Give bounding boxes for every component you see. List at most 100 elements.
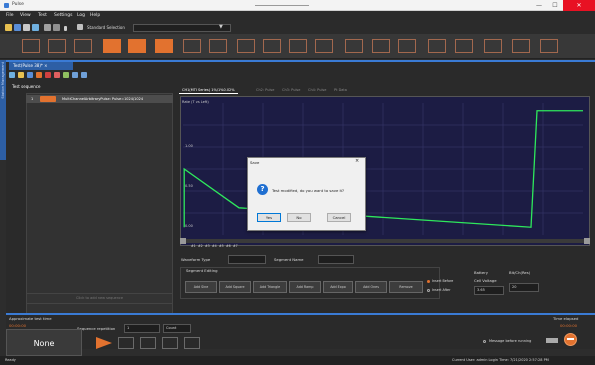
x-tick-label: #1 bbox=[191, 244, 196, 248]
add-sequence-icon[interactable] bbox=[9, 72, 15, 78]
insert-after-label: Insert After bbox=[432, 288, 451, 292]
add-square-button[interactable]: Add Square bbox=[219, 281, 251, 293]
message-before-running-checkbox[interactable] bbox=[483, 340, 486, 343]
scroll-left-button[interactable] bbox=[180, 238, 186, 244]
chart-plot: 1.00 0.50 0.00 bbox=[183, 103, 583, 235]
move-up-icon[interactable] bbox=[72, 72, 78, 78]
cancel-button[interactable]: Cancel bbox=[327, 213, 351, 222]
open-sequence-icon[interactable] bbox=[18, 72, 24, 78]
copy-sequence-icon[interactable] bbox=[36, 72, 42, 78]
menu-bar: File View Test Settings Log Help bbox=[0, 11, 595, 22]
waveform-tool-7-icon[interactable] bbox=[183, 39, 201, 53]
status-left: Ready bbox=[5, 358, 16, 362]
y-tick-label: 0.00 bbox=[185, 224, 193, 228]
yes-button[interactable]: Yes bbox=[257, 213, 281, 222]
waveform-tool-8-icon[interactable] bbox=[209, 39, 227, 53]
maximize-button[interactable]: ☐ bbox=[547, 0, 563, 11]
save-sequence-icon[interactable] bbox=[27, 72, 33, 78]
tab-ch2[interactable]: Ch2: Pulse bbox=[253, 86, 277, 94]
step-icon[interactable] bbox=[118, 337, 134, 349]
waveform-tool-1-icon[interactable] bbox=[22, 39, 40, 53]
move-down-icon[interactable] bbox=[81, 72, 87, 78]
chart-scrollbar[interactable] bbox=[183, 239, 585, 243]
chevron-down-icon[interactable]: ▼ bbox=[219, 24, 223, 30]
bits-field[interactable]: 20 bbox=[509, 283, 539, 292]
waveform-tool-14-icon[interactable] bbox=[372, 39, 390, 53]
refresh-icon[interactable] bbox=[32, 24, 39, 31]
delete-sequence-icon[interactable] bbox=[45, 72, 51, 78]
waveform-toolbar bbox=[0, 34, 595, 59]
play-icon[interactable] bbox=[96, 337, 112, 349]
menu-view[interactable]: View bbox=[20, 13, 31, 18]
waveform-tool-15-icon[interactable] bbox=[398, 39, 416, 53]
add-triangle-button[interactable]: Add Triangle bbox=[253, 281, 287, 293]
segment-editing-heading: Segment Editing bbox=[186, 268, 218, 273]
approx-test-time-label: Approximate test time bbox=[9, 316, 52, 321]
waveform-tool-11-icon[interactable] bbox=[289, 39, 307, 53]
waveform-tool-9-icon[interactable] bbox=[237, 39, 255, 53]
menu-help[interactable]: Help bbox=[90, 13, 100, 18]
waveform-tool-12-icon[interactable] bbox=[315, 39, 333, 53]
standard-selection-dropdown[interactable] bbox=[133, 24, 231, 32]
none-button[interactable]: None bbox=[6, 329, 82, 356]
clear-icon[interactable] bbox=[54, 72, 60, 78]
document-tab[interactable]: Test(Pulse 38)* × bbox=[9, 62, 73, 70]
tab-ch3[interactable]: Ch3: Pulse bbox=[279, 86, 303, 94]
tab-ch1[interactable]: CH1(MTI Series) 1%/1%0.02% bbox=[179, 86, 238, 94]
sequence-repetition-field[interactable]: 1 bbox=[124, 324, 160, 333]
menu-settings[interactable]: Settings bbox=[54, 13, 72, 18]
menu-log[interactable]: Log bbox=[77, 13, 85, 18]
options-icon[interactable] bbox=[546, 338, 558, 343]
waveform-tool-2-icon[interactable] bbox=[48, 39, 66, 53]
waveform-tool-19-icon[interactable] bbox=[512, 39, 530, 53]
segment-name-field[interactable] bbox=[318, 255, 354, 264]
skip-icon[interactable] bbox=[162, 337, 178, 349]
pause-icon[interactable] bbox=[140, 337, 156, 349]
insert-before-radio[interactable] bbox=[427, 280, 430, 283]
tab-pt-data[interactable]: Pt Data bbox=[331, 86, 350, 94]
insert-after-radio[interactable] bbox=[427, 289, 430, 292]
gear-icon[interactable] bbox=[53, 24, 60, 31]
edit-icon[interactable] bbox=[23, 24, 30, 31]
menu-file[interactable]: File bbox=[6, 13, 14, 18]
close-button[interactable]: ✕ bbox=[563, 0, 595, 11]
y-tick-label: 1.00 bbox=[185, 144, 193, 148]
separator-icon bbox=[64, 26, 67, 31]
download-icon[interactable] bbox=[184, 337, 200, 349]
waveform-tool-10-icon[interactable] bbox=[263, 39, 281, 53]
waveform-tool-20-icon[interactable] bbox=[540, 39, 558, 53]
cell-voltage-field[interactable]: 3.65 bbox=[474, 286, 504, 295]
scroll-right-button[interactable] bbox=[584, 238, 590, 244]
save-icon[interactable] bbox=[14, 24, 21, 31]
no-button[interactable]: No bbox=[287, 213, 311, 222]
add-expo-button[interactable]: Add Expo bbox=[323, 281, 353, 293]
waveform-type-field[interactable] bbox=[228, 255, 266, 264]
waveform-tool-3-icon[interactable] bbox=[74, 39, 92, 53]
open-folder-icon[interactable] bbox=[5, 24, 12, 31]
tab-ch4[interactable]: Ch4: Pulse bbox=[305, 86, 329, 94]
waveform-tool-4-icon[interactable] bbox=[103, 39, 121, 53]
minimize-button[interactable]: — bbox=[531, 0, 547, 11]
add-sine-button[interactable]: Add Sine bbox=[185, 281, 217, 293]
add-ones-button[interactable]: Add Ones bbox=[355, 281, 387, 293]
settings-icon[interactable] bbox=[44, 24, 51, 31]
undo-icon[interactable] bbox=[63, 72, 69, 78]
status-right: Current User: admin Login Time: 7/21/202… bbox=[452, 358, 549, 362]
x-tick-label: #7 bbox=[233, 244, 238, 248]
waveform-tool-6-icon[interactable] bbox=[155, 39, 173, 53]
waveform-tool-17-icon[interactable] bbox=[455, 39, 473, 53]
add-ramp-button[interactable]: Add Ramp bbox=[289, 281, 321, 293]
sequence-toolbar bbox=[9, 71, 129, 80]
waveform-tool-13-icon[interactable] bbox=[345, 39, 363, 53]
repetition-unit-dropdown[interactable]: Count bbox=[163, 324, 191, 333]
waveform-tool-16-icon[interactable] bbox=[428, 39, 446, 53]
add-new-sequence[interactable]: Click to add new sequence bbox=[26, 293, 173, 304]
waveform-tool-18-icon[interactable] bbox=[484, 39, 502, 53]
remove-button[interactable]: Remove bbox=[389, 281, 423, 293]
dialog-close-icon[interactable]: × bbox=[355, 158, 359, 164]
sequence-name: MultiChannelArbitraryPulse: Pulse=1024/1… bbox=[62, 97, 144, 101]
waveform-tool-5-icon[interactable] bbox=[128, 39, 146, 53]
cell-voltage-label: Cell Voltage bbox=[474, 278, 497, 283]
menu-test[interactable]: Test bbox=[38, 13, 47, 18]
dialog-title: Save bbox=[250, 160, 260, 165]
